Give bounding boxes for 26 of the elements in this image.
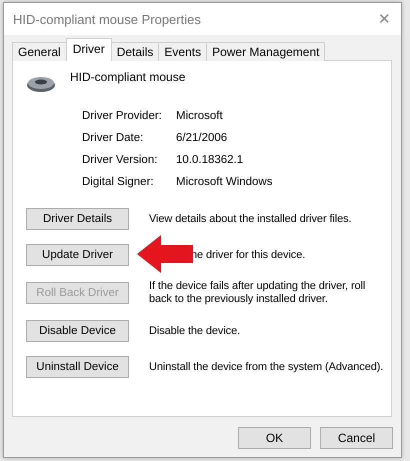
dialog-button[interactable]: Cancel [320, 427, 393, 449]
action-button[interactable]: Disable Device [26, 320, 129, 342]
info-value: Microsoft Windows [176, 175, 274, 189]
info-label: Driver Date: [82, 131, 144, 145]
action-button[interactable]: Update Driver [26, 244, 129, 266]
tab[interactable]: Events [158, 42, 208, 61]
close-button[interactable]: ✕ [378, 10, 391, 28]
info-label: Digital Signer: [82, 175, 155, 189]
action-description: If the device fails after updating the driver, roll back to the previously installed driver. [149, 280, 366, 306]
action-description: Disable the device. [149, 324, 242, 338]
info-label: Driver Version: [82, 153, 158, 167]
action-button[interactable]: Uninstall Device [26, 356, 129, 378]
tab[interactable]: Power Management [206, 42, 326, 61]
action-description: View details about the installed driver files. [149, 212, 352, 226]
action-button[interactable]: Driver Details [26, 208, 129, 230]
info-value: Microsoft [176, 109, 224, 123]
device-name: HID-compliant mouse [70, 70, 186, 84]
info-value: 6/21/2006 [176, 131, 228, 145]
tab[interactable]: General [12, 42, 67, 61]
info-value: 10.0.18362.1 [176, 153, 244, 167]
tab[interactable]: Details [110, 42, 160, 61]
info-label: Driver Provider: [82, 109, 163, 123]
action-description: Uninstall the device from the system (Advanced). [149, 360, 384, 374]
window-title: HID-compliant mouse Properties [13, 12, 201, 26]
tab[interactable]: Driver [66, 38, 112, 61]
dialog-button[interactable]: OK [238, 427, 311, 449]
